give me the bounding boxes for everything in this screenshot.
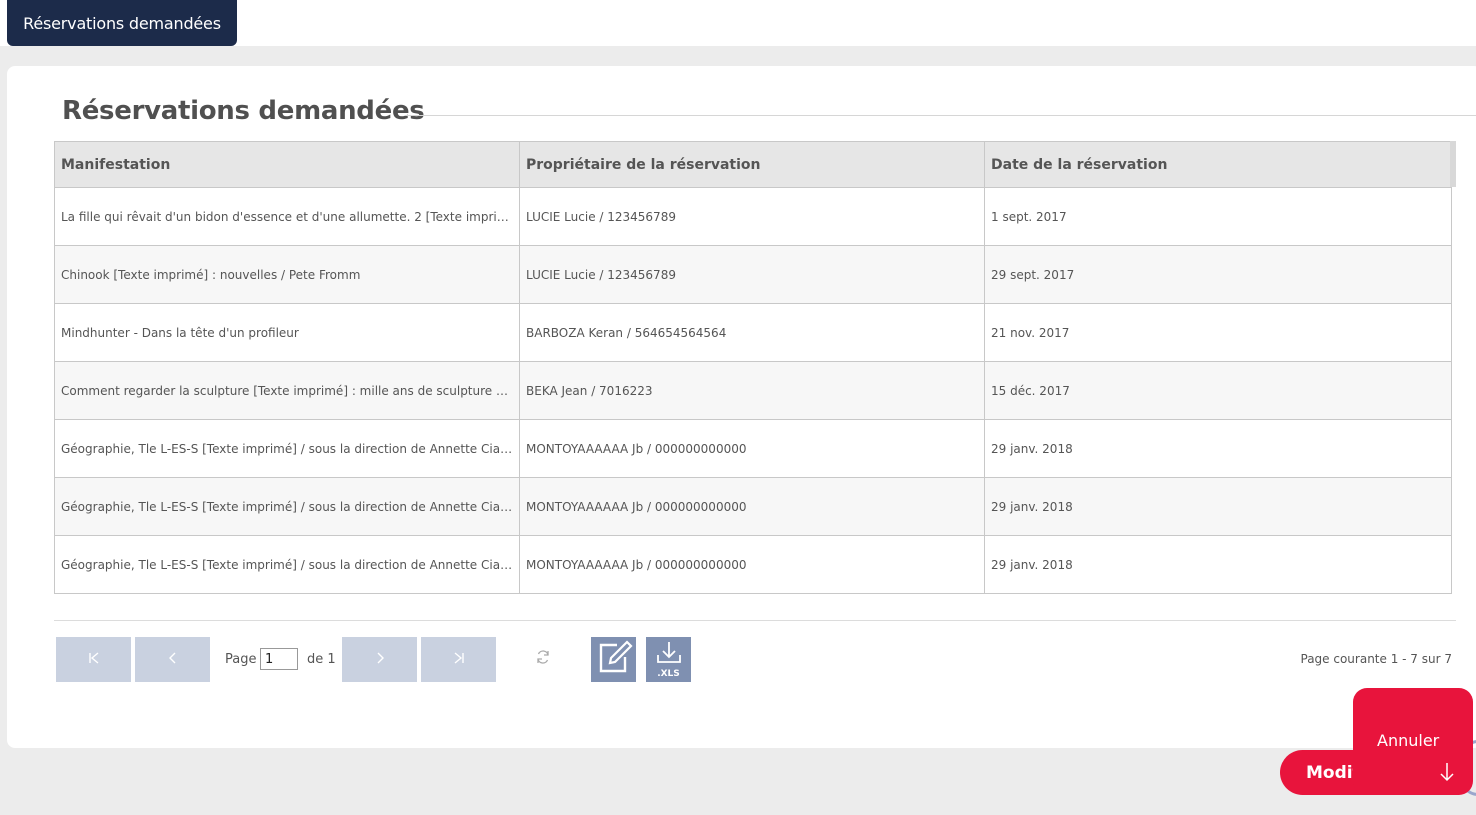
table-row[interactable]: Comment regarder la sculpture [Texte imp… [54, 361, 1452, 420]
refresh-button[interactable] [533, 649, 553, 669]
table-header-row: Manifestation Propriétaire de la réserva… [54, 141, 1452, 188]
last-page-icon [452, 649, 466, 670]
column-header-manifestation[interactable]: Manifestation [54, 141, 520, 188]
refresh-icon [535, 649, 551, 669]
cell-proprietaire: BARBOZA Keran / 564654564564 [519, 303, 985, 362]
top-bar: Réservations demandées [0, 0, 1476, 46]
cell-date: 29 janv. 2018 [984, 419, 1452, 478]
cell-date: 29 janv. 2018 [984, 477, 1452, 536]
cell-manifestation: Géographie, Tle L-ES-S [Texte imprimé] /… [54, 535, 520, 594]
cell-date: 15 déc. 2017 [984, 361, 1452, 420]
cell-manifestation: Géographie, Tle L-ES-S [Texte imprimé] /… [54, 419, 520, 478]
cell-proprietaire: BEKA Jean / 7016223 [519, 361, 985, 420]
table-row[interactable]: Mindhunter - Dans la tête d'un profileur… [54, 303, 1452, 362]
page-number-input[interactable] [260, 648, 298, 670]
edit-icon [595, 639, 633, 681]
next-page-icon [373, 649, 387, 670]
pager-divider [54, 620, 1456, 621]
table-row[interactable]: Chinook [Texte imprimé] : nouvelles / Pe… [54, 245, 1452, 304]
column-header-proprietaire[interactable]: Propriétaire de la réservation [519, 141, 985, 188]
cell-date: 29 sept. 2017 [984, 245, 1452, 304]
cell-proprietaire: MONTOYAAAAAA Jb / 000000000000 [519, 419, 985, 478]
cell-manifestation: Comment regarder la sculpture [Texte imp… [54, 361, 520, 420]
cell-proprietaire: MONTOYAAAAAA Jb / 000000000000 [519, 535, 985, 594]
prev-page-button[interactable] [135, 637, 210, 682]
table-row[interactable]: Géographie, Tle L-ES-S [Texte imprimé] /… [54, 419, 1452, 478]
scrollbar-header-spacer [1450, 141, 1456, 187]
download-xls-icon [655, 640, 683, 670]
page-info: Page courante 1 - 7 sur 7 [1300, 652, 1453, 666]
page-label: Page [225, 652, 257, 667]
cell-proprietaire: LUCIE Lucie / 123456789 [519, 187, 985, 246]
first-page-icon [87, 649, 101, 670]
edit-button[interactable] [591, 637, 636, 682]
cell-manifestation: Chinook [Texte imprimé] : nouvelles / Pe… [54, 245, 520, 304]
page-title: Réservations demandées [62, 96, 425, 126]
cell-proprietaire: LUCIE Lucie / 123456789 [519, 245, 985, 304]
cell-manifestation: La fille qui rêvait d'un bidon d'essence… [54, 187, 520, 246]
annuler-label: Annuler [1377, 731, 1440, 750]
tab-reservations-demandees[interactable]: Réservations demandées [7, 0, 237, 46]
export-xls-button[interactable]: .XLS [646, 637, 691, 682]
cell-date: 1 sept. 2017 [984, 187, 1452, 246]
xls-label: .XLS [657, 669, 680, 679]
page-count-label: de 1 [307, 652, 336, 667]
title-divider [405, 115, 1476, 116]
cell-date: 29 janv. 2018 [984, 535, 1452, 594]
column-header-date[interactable]: Date de la réservation [984, 141, 1452, 188]
next-page-button[interactable] [342, 637, 417, 682]
reservations-table: Manifestation Propriétaire de la réserva… [54, 141, 1452, 594]
annuler-button[interactable]: Annuler [1353, 688, 1473, 795]
main-card: Réservations demandées Manifestation Pro… [7, 66, 1476, 748]
cell-proprietaire: MONTOYAAAAAA Jb / 000000000000 [519, 477, 985, 536]
cell-manifestation: Mindhunter - Dans la tête d'un profileur [54, 303, 520, 362]
table-row[interactable]: La fille qui rêvait d'un bidon d'essence… [54, 187, 1452, 246]
table-row[interactable]: Géographie, Tle L-ES-S [Texte imprimé] /… [54, 477, 1452, 536]
arrow-down-icon [1439, 762, 1455, 787]
first-page-button[interactable] [56, 637, 131, 682]
cell-manifestation: Géographie, Tle L-ES-S [Texte imprimé] /… [54, 477, 520, 536]
table-row[interactable]: Géographie, Tle L-ES-S [Texte imprimé] /… [54, 535, 1452, 594]
cell-date: 21 nov. 2017 [984, 303, 1452, 362]
last-page-button[interactable] [421, 637, 496, 682]
prev-page-icon [166, 649, 180, 670]
